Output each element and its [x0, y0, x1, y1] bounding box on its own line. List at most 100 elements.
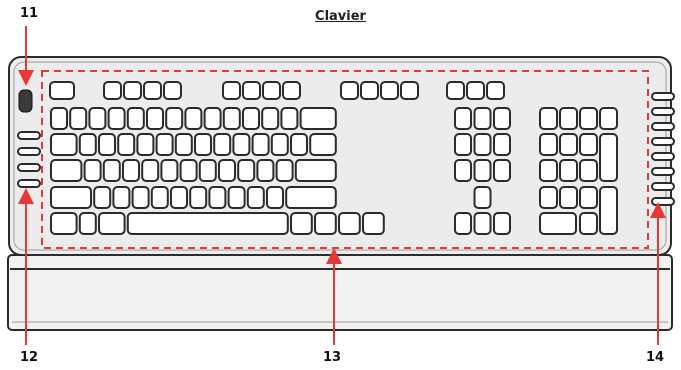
key: [299, 107, 337, 130]
key: [50, 212, 78, 235]
key: [251, 133, 270, 156]
key: [282, 81, 301, 100]
key: [599, 107, 618, 130]
key: [559, 133, 578, 156]
key: [486, 81, 505, 100]
key: [88, 107, 107, 130]
key: [170, 186, 188, 209]
key: [262, 81, 281, 100]
key: [141, 159, 160, 182]
key: [539, 133, 558, 156]
key: [539, 186, 558, 209]
key: [280, 107, 299, 130]
key: [559, 107, 578, 130]
key: [290, 212, 313, 235]
key: [579, 159, 598, 182]
key: [242, 107, 260, 130]
key: [473, 107, 492, 130]
key: [103, 81, 122, 100]
key: [242, 81, 261, 100]
key: [579, 186, 598, 209]
key: [184, 107, 203, 130]
key: [203, 107, 222, 130]
key: [599, 133, 618, 182]
key: [78, 133, 97, 156]
key: [285, 186, 337, 209]
key: [446, 81, 465, 100]
key: [246, 186, 265, 209]
key: [189, 186, 208, 209]
key: [314, 212, 337, 235]
key: [155, 133, 174, 156]
key: [599, 186, 618, 235]
key: [559, 159, 578, 182]
key: [222, 107, 241, 130]
key: [117, 133, 136, 156]
key: [126, 212, 289, 235]
key: [380, 81, 399, 100]
key: [473, 133, 492, 156]
key: [174, 133, 193, 156]
key: [362, 212, 385, 235]
key: [107, 107, 126, 130]
key: [143, 81, 162, 100]
wrist-rest: [7, 254, 673, 331]
key: [290, 133, 308, 156]
key: [579, 107, 598, 130]
key: [579, 133, 598, 156]
key: [400, 81, 419, 100]
key: [122, 159, 140, 182]
key: [213, 133, 232, 156]
key: [98, 212, 126, 235]
key: [227, 186, 246, 209]
key: [473, 212, 492, 235]
key: [50, 133, 78, 156]
key: [454, 159, 472, 182]
key: [237, 159, 256, 182]
key: [102, 159, 121, 182]
key: [163, 81, 182, 100]
key: [93, 186, 112, 209]
key: [579, 212, 598, 235]
key: [98, 133, 116, 156]
key: [179, 159, 198, 182]
key: [493, 107, 511, 130]
key: [160, 159, 179, 182]
key: [218, 159, 236, 182]
key: [340, 81, 359, 100]
key: [270, 133, 289, 156]
key: [165, 107, 184, 130]
key: [493, 159, 511, 182]
key: [112, 186, 131, 209]
key: [473, 186, 492, 209]
key: [50, 159, 83, 182]
key: [49, 81, 75, 100]
key: [266, 186, 284, 209]
key: [50, 186, 92, 209]
key: [146, 107, 164, 130]
key: [208, 186, 227, 209]
key: [454, 133, 472, 156]
key: [539, 212, 577, 235]
key: [83, 159, 102, 182]
key: [78, 212, 97, 235]
key: [559, 186, 578, 209]
key: [539, 107, 558, 130]
key: [194, 133, 212, 156]
key: [256, 159, 275, 182]
key: [338, 212, 361, 235]
key: [466, 81, 485, 100]
key: [294, 159, 337, 182]
volume-knob: [18, 89, 33, 113]
key: [198, 159, 217, 182]
key: [131, 186, 150, 209]
key: [232, 133, 251, 156]
key: [136, 133, 155, 156]
key: [493, 133, 511, 156]
key: [454, 107, 472, 130]
key: [454, 212, 472, 235]
key: [539, 159, 558, 182]
key: [150, 186, 169, 209]
key: [222, 81, 241, 100]
key: [309, 133, 337, 156]
